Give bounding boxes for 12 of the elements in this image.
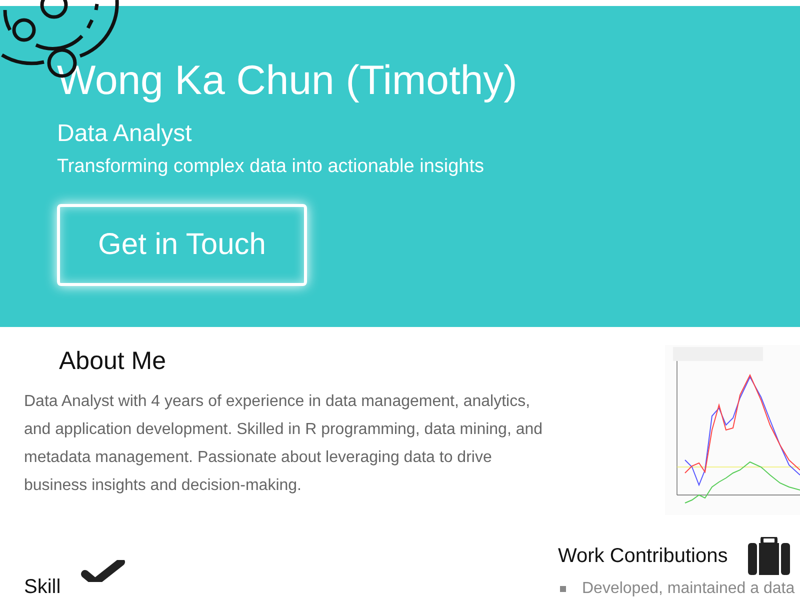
get-in-touch-button[interactable]: Get in Touch <box>57 204 307 286</box>
bullet-icon <box>560 586 566 592</box>
checkmark-icon <box>80 560 125 582</box>
about-heading: About Me <box>59 347 168 376</box>
work-heading: Work Contributions <box>558 544 728 568</box>
hero-tagline: Transforming complex data into actionable insights <box>57 156 486 178</box>
about-paragraph: Data Analyst with 4 years of experience in data management, analytics, and application development. Skilled in R programming, data mining, and metadata management. Passionate about leveraging data to drive business insights and decision-making. <box>24 392 544 496</box>
hero-role: Data Analyst <box>57 120 193 148</box>
briefcase-icon <box>748 537 790 575</box>
skills-heading: Skill <box>24 576 61 599</box>
work-item: Developed, maintained a data <box>582 579 795 599</box>
hero-name: Wong Ka Chun (Timothy) <box>57 56 518 104</box>
